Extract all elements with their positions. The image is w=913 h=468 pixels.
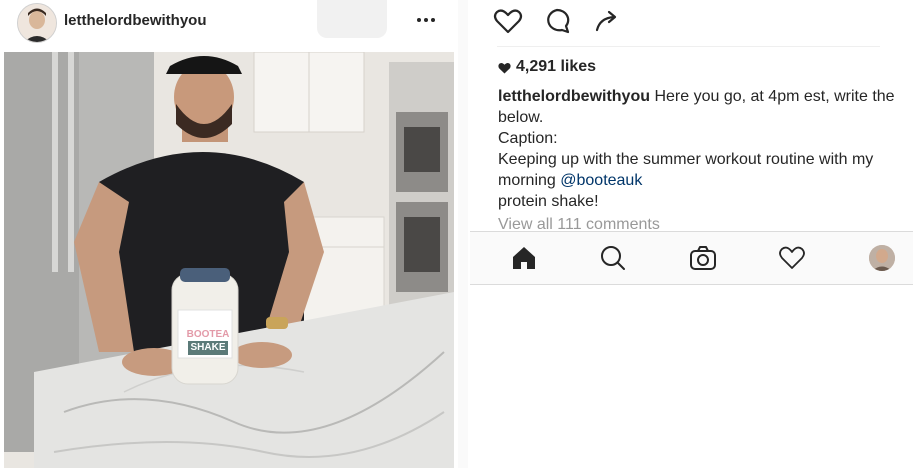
caption-text-line2: Caption: xyxy=(498,130,558,147)
likes-heart-icon xyxy=(498,62,511,74)
post-photo: BOOTEA SHAKE xyxy=(4,52,454,468)
details-panel: 4,291 likes letthelordbewithyou Here you… xyxy=(470,0,913,468)
product-label-bottom: SHAKE xyxy=(188,341,228,355)
comment-icon[interactable] xyxy=(542,6,572,36)
search-icon[interactable] xyxy=(598,243,628,273)
post-panel: letthelordbewithyou BOOTEA SHAKE xyxy=(0,0,455,468)
more-options-icon[interactable] xyxy=(414,10,438,30)
bottom-tab-bar xyxy=(470,231,913,285)
action-bar xyxy=(470,0,913,42)
activity-heart-icon[interactable] xyxy=(777,243,807,273)
home-icon[interactable] xyxy=(509,243,539,273)
post-username[interactable]: letthelordbewithyou xyxy=(64,12,207,29)
likes-count: 4,291 likes xyxy=(516,58,597,75)
share-icon[interactable] xyxy=(592,6,622,36)
post-caption: letthelordbewithyou Here you go, at 4pm … xyxy=(498,86,913,212)
caption-mention-link[interactable]: @booteauk xyxy=(560,172,642,189)
caption-username[interactable]: letthelordbewithyou xyxy=(498,88,650,105)
heart-icon[interactable] xyxy=(493,6,523,36)
profile-avatar[interactable] xyxy=(869,245,895,271)
user-avatar[interactable] xyxy=(17,3,57,43)
post-header: letthelordbewithyou xyxy=(0,0,455,50)
empty-area xyxy=(470,285,913,468)
follow-button[interactable] xyxy=(317,0,387,38)
caption-text-line4: protein shake! xyxy=(498,193,599,210)
panel-divider xyxy=(458,0,468,468)
camera-icon[interactable] xyxy=(688,243,718,273)
caption-text-line3: Keeping up with the summer workout routi… xyxy=(498,151,874,189)
product-label-top: BOOTEA xyxy=(186,329,230,340)
section-divider xyxy=(497,46,880,47)
